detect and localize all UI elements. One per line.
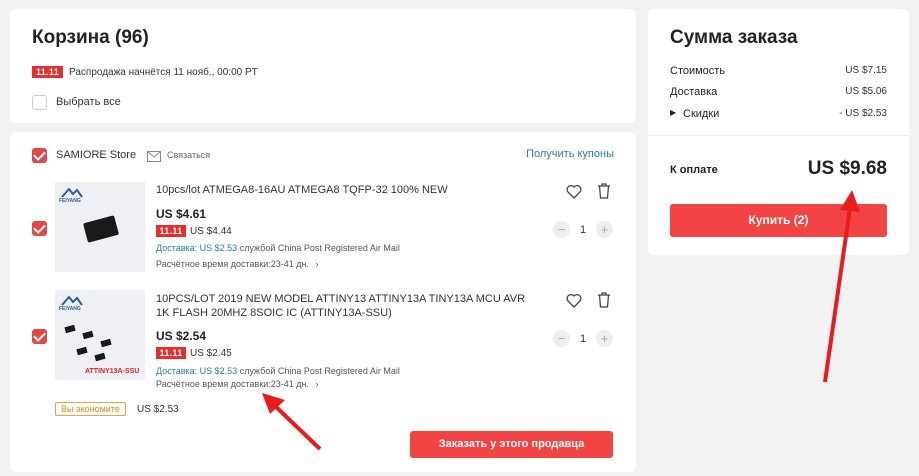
chip-image xyxy=(76,346,88,356)
item-1-image[interactable]: FEIYANG xyxy=(55,182,145,272)
summary-row-label: Стоимость xyxy=(670,65,726,77)
divider xyxy=(648,135,909,136)
item-2-quantity[interactable]: 1 xyxy=(578,333,588,345)
summary-row-label: Доставка xyxy=(670,86,718,98)
savings-badge: Вы экономите xyxy=(55,402,126,416)
get-coupons-link[interactable]: Получить купоны xyxy=(526,148,614,160)
order-summary-card: Сумма заказа Стоимость US $7.15 Доставка… xyxy=(648,9,909,255)
chip-image xyxy=(100,338,112,348)
item-2-price: US $2.54 xyxy=(156,329,207,343)
item-2-checkbox[interactable] xyxy=(32,329,47,344)
store-checkbox[interactable] xyxy=(32,148,47,163)
cart-title: Корзина (96) xyxy=(32,27,149,48)
savings-value: US $2.53 xyxy=(137,404,179,415)
item-1-brand: FEIYANG xyxy=(59,198,81,204)
item-1-increase-button[interactable]: + xyxy=(596,221,613,238)
item-1-shipping-cost: Доставка: US $2.53 xyxy=(156,243,238,253)
chip-image xyxy=(64,324,76,334)
summary-row-value: US $5.06 xyxy=(845,86,887,97)
item-1-sale-badge: 11.11 xyxy=(156,225,186,237)
cart-header-card: Корзина (96) 11.11 Распродажа начнётся 1… xyxy=(10,9,636,123)
store-name[interactable]: SAMIORE Store xyxy=(56,149,136,161)
item-2-title-line1: 10PCS/LOT 2019 NEW MODEL ATTINY13 ATTINY… xyxy=(156,293,526,305)
summary-row-value: US $7.15 xyxy=(845,65,887,76)
order-from-seller-button[interactable]: Заказать у этого продавца xyxy=(410,431,613,458)
store-card: SAMIORE Store Связаться Получить купоны … xyxy=(10,132,636,472)
item-2-sale-row: 11.11 US $2.45 xyxy=(156,347,232,359)
summary-title: Сумма заказа xyxy=(670,27,798,48)
item-2-delivery-row[interactable]: Расчётное время доставки:23-41 дн. › xyxy=(156,379,319,389)
item-2-quantity-stepper[interactable]: − 1 + xyxy=(553,330,613,347)
total-value: US $9.68 xyxy=(807,158,887,179)
item-1-title[interactable]: 10pcs/lot ATMEGA8-16AU ATMEGA8 TQFP-32 1… xyxy=(156,184,448,196)
item-1-price: US $4.61 xyxy=(156,207,207,221)
wishlist-heart-icon[interactable] xyxy=(566,184,582,204)
discounts-toggle[interactable]: Скидки xyxy=(683,108,719,120)
mail-icon[interactable] xyxy=(147,149,161,167)
item-2-title[interactable]: 10PCS/LOT 2019 NEW MODEL ATTINY13 ATTINY… xyxy=(156,292,525,320)
select-all-label[interactable]: Выбрать все xyxy=(56,96,121,108)
item-1-shipping: Доставка: US $2.53 службой China Post Re… xyxy=(156,243,400,253)
item-2-shipping-method: службой China Post Registered Air Mail xyxy=(239,366,400,376)
item-2-sale-badge: 11.11 xyxy=(156,347,186,359)
select-all-checkbox[interactable] xyxy=(32,95,47,110)
item-2-title-line2: 1K FLASH 20MHZ 8SOIC IC (ATTINY13A-SSU) xyxy=(156,307,392,319)
item-1-quantity[interactable]: 1 xyxy=(578,224,588,236)
caret-right-icon[interactable]: ▶ xyxy=(670,108,676,117)
item-1-sale-price: US $4.44 xyxy=(190,225,232,237)
item-1-sale-row: 11.11 US $4.44 xyxy=(156,225,232,237)
sale-text: Распродажа начнётся 11 нояб., 00:00 PT xyxy=(69,66,258,78)
chip-image xyxy=(94,352,106,362)
wishlist-heart-icon[interactable] xyxy=(566,293,582,313)
chevron-right-icon: › xyxy=(315,379,319,389)
item-1-delivery-row[interactable]: Расчётное время доставки:23-41 дн. › xyxy=(156,259,319,269)
item-2-delivery-time: Расчётное время доставки:23-41 дн. xyxy=(156,379,310,389)
sale-banner: 11.11 Распродажа начнётся 11 нояб., 00:0… xyxy=(32,66,258,78)
sale-badge: 11.11 xyxy=(32,66,63,78)
chip-image xyxy=(82,215,120,243)
item-1-decrease-button[interactable]: − xyxy=(553,221,570,238)
item-2-sale-price: US $2.45 xyxy=(190,347,232,359)
total-label: К оплате xyxy=(670,164,718,176)
item-1-delivery-time: Расчётное время доставки:23-41 дн. xyxy=(156,259,310,269)
item-2-brand: FEIYANG xyxy=(59,306,81,312)
item-1-shipping-method: службой China Post Registered Air Mail xyxy=(239,243,400,253)
contact-link[interactable]: Связаться xyxy=(167,150,210,160)
summary-row-value: - US $2.53 xyxy=(839,108,887,119)
buy-button[interactable]: Купить (2) xyxy=(670,204,887,237)
item-1-checkbox[interactable] xyxy=(32,221,47,236)
item-2-image[interactable]: FEIYANG ATTINY13A-SSU xyxy=(55,290,145,380)
delete-trash-icon[interactable] xyxy=(597,292,611,313)
delete-trash-icon[interactable] xyxy=(597,183,611,204)
item-1-quantity-stepper[interactable]: − 1 + xyxy=(553,221,613,238)
item-2-shipping: Доставка: US $2.53 службой China Post Re… xyxy=(156,366,400,376)
item-2-decrease-button[interactable]: − xyxy=(553,330,570,347)
item-2-image-label: ATTINY13A-SSU xyxy=(85,368,140,375)
chevron-right-icon: › xyxy=(315,259,319,269)
item-2-shipping-cost: Доставка: US $2.53 xyxy=(156,366,238,376)
chip-image xyxy=(82,330,94,340)
item-2-increase-button[interactable]: + xyxy=(596,330,613,347)
